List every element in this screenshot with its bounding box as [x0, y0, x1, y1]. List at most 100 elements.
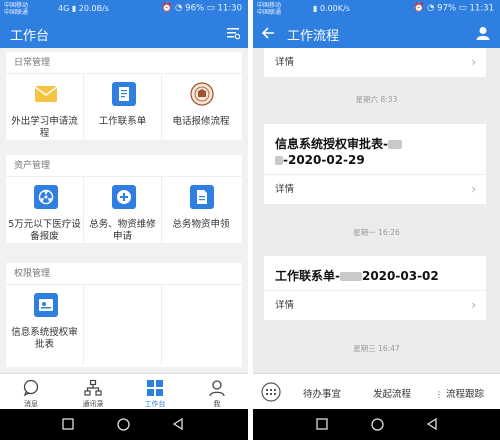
app-bar: 工作台	[0, 18, 248, 48]
school-seal-icon	[190, 82, 214, 106]
pending-tasks-button[interactable]: 待办事宜	[303, 386, 341, 400]
tab-label: 工作台	[144, 400, 166, 408]
section-title: 资产管理	[6, 155, 242, 177]
chevron-right-icon: ›	[471, 298, 476, 312]
grid-icon	[147, 380, 163, 396]
document-icon	[112, 82, 136, 106]
app-tile-work-contact[interactable]: 工作联系单	[84, 74, 162, 140]
wifi-icon: ◔	[427, 3, 435, 13]
app-tile-supply-request[interactable]: 总务物资申领	[162, 177, 240, 243]
envelope-icon	[34, 82, 58, 106]
track-flow-label: 流程跟踪	[446, 389, 485, 400]
timestamp: 星期六 8:33	[355, 95, 398, 104]
tab-workbench[interactable]: 工作台	[124, 374, 186, 410]
form-icon	[190, 185, 214, 209]
card-date: -2020-02-29	[283, 153, 365, 167]
filter-settings-icon[interactable]	[226, 26, 240, 40]
app-tile-phone-repair[interactable]: 电话报修流程	[162, 74, 240, 140]
battery-icon: ▭	[206, 3, 215, 13]
back-icon[interactable]	[426, 418, 438, 430]
fan-icon	[34, 185, 58, 209]
battery-icon: ▭	[458, 3, 467, 13]
carrier-2: 中国联通	[257, 9, 282, 16]
tile-label: 信息系统授权审批表	[11, 327, 78, 350]
tile-label: 总务物资申领	[172, 219, 230, 230]
status-bar: 中国移动 中国联通 4G ▮ 20.0B/s ⏰ ◔ 96% ▭ 11:30	[0, 0, 248, 18]
status-right: ⏰ ◔ 97% ▭ 11:31	[414, 3, 494, 14]
id-card-icon	[34, 293, 58, 317]
signal-icon: ▮	[313, 4, 318, 13]
tile-label: 总务、物资维修申请	[89, 219, 156, 242]
network-speed: ▮ 0.00K/s	[313, 4, 350, 13]
battery-percent: 97%	[437, 3, 457, 14]
card-title-text: 信息系统授权审批表-	[275, 137, 388, 151]
tab-label: 我	[213, 400, 221, 408]
tab-me[interactable]: 我	[186, 374, 248, 410]
recents-icon[interactable]	[316, 418, 328, 430]
chevron-right-icon: ›	[471, 182, 476, 196]
battery-percent: 96%	[185, 3, 205, 14]
start-flow-button[interactable]: 发起流程	[373, 386, 411, 400]
card-title-text: 工作联系单-	[275, 269, 340, 283]
tab-contacts[interactable]: 通讯录	[62, 374, 124, 410]
alarm-icon: ⏰	[161, 3, 173, 13]
flow-card-work-contact[interactable]: 工作联系单- 2020-03-02 详情 ›	[264, 256, 486, 320]
redacted-name	[339, 272, 362, 281]
page-title: 工作流程	[287, 29, 340, 44]
chat-icon	[23, 379, 39, 397]
flow-card-system-auth[interactable]: 信息系统授权审批表- -2020-02-29 详情 ›	[264, 124, 486, 204]
page-title: 工作台	[10, 29, 50, 44]
flow-card-partial[interactable]: 详情 ›	[264, 48, 486, 77]
section-grid: 信息系统授权审批表	[6, 285, 242, 365]
app-tile-repair-request[interactable]: 总务、物资维修申请	[84, 177, 162, 243]
home-icon[interactable]	[371, 418, 384, 431]
back-arrow-icon[interactable]	[261, 26, 275, 40]
tab-label: 通讯录	[82, 400, 104, 408]
bottom-action-bar: 待办事宜 发起流程 ⋮ 流程跟踪	[253, 373, 500, 409]
detail-label: 详情	[275, 57, 295, 68]
back-icon[interactable]	[172, 418, 184, 430]
section-assets: 资产管理 5万元以下医疗设备报废 总务、物资维修申请 总务物资申领	[6, 155, 242, 243]
track-flow-button[interactable]: ⋮ 流程跟踪	[435, 386, 484, 400]
bottom-tab-bar: 消息 通讯录 工作台 我	[0, 373, 248, 409]
carrier-1: 中国移动	[4, 2, 29, 9]
section-daily: 日常管理 外出学习申请流程 工作联系单 电话报修流程	[6, 52, 242, 140]
recents-icon[interactable]	[62, 418, 74, 430]
keyboard-icon[interactable]	[261, 382, 281, 402]
tile-label: 外出学习申请流程	[11, 116, 78, 139]
section-permissions: 权限管理 信息系统授权审批表	[6, 263, 242, 367]
right-phone-screen: 中国移动 中国联通 ▮ 0.00K/s ⏰ ◔ 97% ▭ 11:31 工作流程…	[253, 0, 500, 440]
network-speed: 4G ▮ 20.0B/s	[58, 4, 109, 13]
detail-link[interactable]: 详情 ›	[264, 48, 486, 77]
user-profile-icon[interactable]	[476, 26, 490, 40]
detail-link[interactable]: 详情 ›	[264, 291, 486, 320]
carrier-2: 中国联通	[4, 9, 29, 16]
home-icon[interactable]	[117, 418, 130, 431]
card-title: 工作联系单- 2020-03-02	[264, 256, 486, 290]
app-tile-study-leave[interactable]: 外出学习申请流程	[6, 74, 84, 140]
plus-circle-icon	[112, 185, 136, 209]
signal-icon: ▮	[71, 4, 77, 13]
tab-messages[interactable]: 消息	[0, 374, 62, 410]
app-bar: 工作流程	[253, 18, 500, 48]
android-nav-bar	[0, 409, 248, 440]
app-tile-system-auth[interactable]: 信息系统授权审批表	[6, 285, 84, 365]
speed-value: 20.0B/s	[78, 4, 109, 13]
detail-link[interactable]: 详情 ›	[264, 175, 486, 204]
tile-label: 5万元以下医疗设备报废	[8, 219, 81, 242]
card-title: 信息系统授权审批表- -2020-02-29	[264, 124, 486, 174]
clock: 11:31	[469, 3, 495, 14]
redacted-name	[275, 156, 283, 165]
speed-value: 0.00K/s	[319, 4, 350, 13]
carrier-1: 中国移动	[257, 2, 282, 9]
clock: 11:30	[217, 3, 243, 14]
redacted-name	[387, 140, 402, 149]
timestamp: 星期一 16:26	[353, 228, 400, 237]
person-icon	[209, 380, 225, 397]
app-tile-equipment-scrap[interactable]: 5万元以下医疗设备报废	[6, 177, 84, 243]
detail-label: 详情	[275, 184, 295, 195]
empty-tile	[84, 285, 162, 365]
timestamp: 星期三 16:47	[353, 344, 400, 353]
tile-label: 电话报修流程	[172, 116, 230, 127]
section-title: 权限管理	[6, 263, 242, 285]
